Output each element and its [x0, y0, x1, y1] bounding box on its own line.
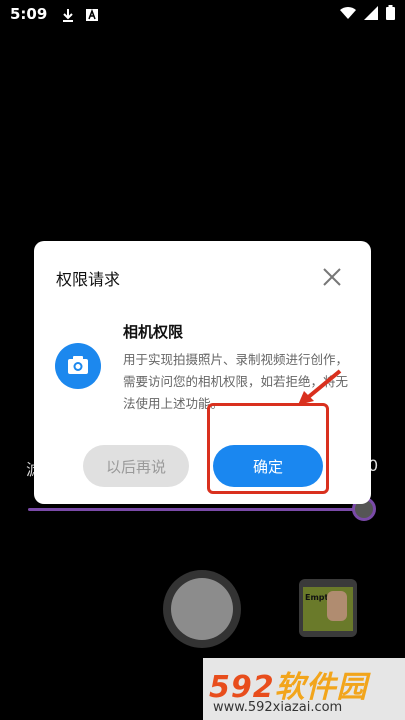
thumbnail-face	[327, 591, 347, 621]
battery-icon	[386, 4, 395, 24]
highlight-box	[207, 403, 329, 494]
camera-icon	[55, 343, 101, 389]
wifi-icon	[340, 5, 356, 24]
filter-slider-track[interactable]	[28, 508, 364, 511]
watermark-url: www.592xiazai.com	[213, 700, 343, 715]
status-time: 5:09	[10, 5, 48, 23]
watermark: 592软件园 www.592xiazai.com	[203, 658, 405, 720]
later-button[interactable]: 以后再说	[83, 445, 189, 487]
signal-icon	[364, 5, 378, 24]
permission-title: 相机权限	[123, 323, 184, 341]
arrow-icon	[298, 369, 342, 405]
gallery-thumbnail[interactable]: Empty	[299, 579, 357, 637]
status-bar: 5:09	[0, 0, 405, 28]
dialog-title: 权限请求	[56, 270, 121, 289]
close-icon[interactable]	[320, 265, 344, 289]
font-icon	[85, 7, 99, 21]
download-icon	[61, 7, 75, 22]
shutter-button-inner[interactable]	[171, 578, 233, 640]
